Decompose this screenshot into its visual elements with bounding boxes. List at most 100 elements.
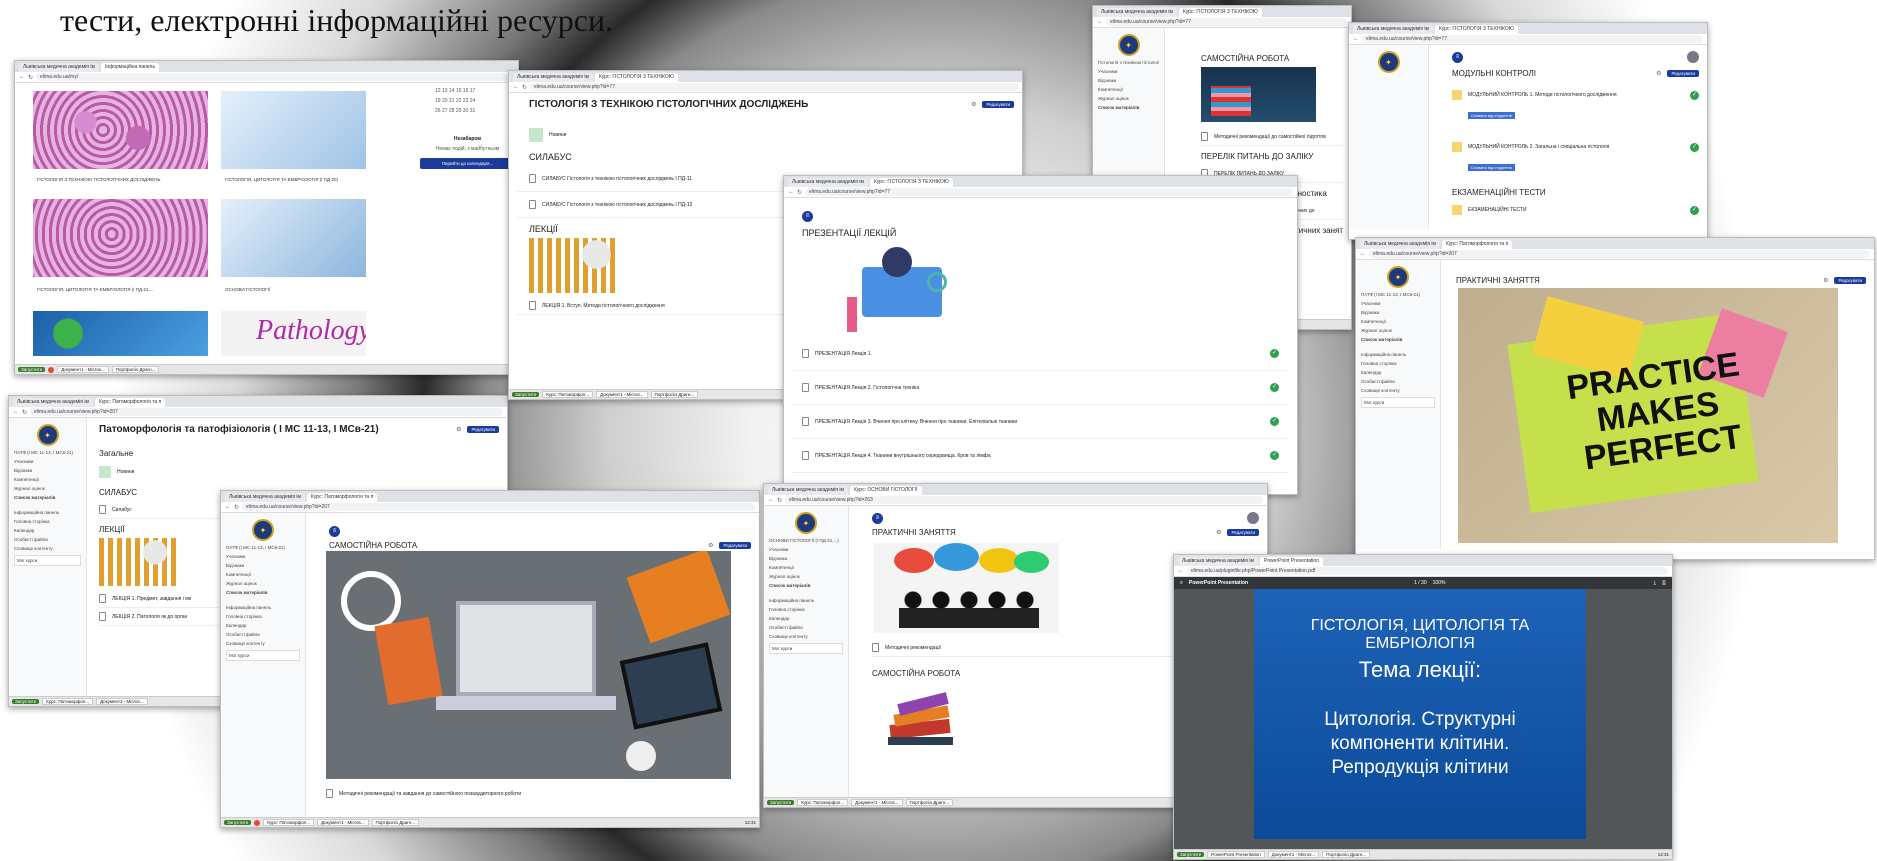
taskbar-document[interactable]: Документ1 - Micros... <box>57 366 109 373</box>
module-1-item[interactable]: МОДУЛЬНИЙ КОНТРОЛЬ 1. Методи гістологічн… <box>1452 86 1699 104</box>
page-indicator[interactable]: 1 / 30 <box>1414 580 1427 586</box>
download-icon[interactable]: ⤓ <box>1654 580 1656 586</box>
taskbar-document[interactable]: Документ1 - Micros... <box>96 698 148 705</box>
sidebar-item-home[interactable]: Головна сторінка <box>226 614 300 619</box>
exam-item[interactable]: ЕКЗАМЕНАЦІЙНІ ТЕСТИ ✓ <box>1452 201 1699 219</box>
sidebar-item-badges[interactable]: Відзнаки <box>1361 310 1435 315</box>
sidebar-item-badges[interactable]: Відзнаки <box>769 556 843 561</box>
syllabus-1-label[interactable]: СИЛАБУС Гістологія з технікою гістологіч… <box>542 176 692 182</box>
menu-icon[interactable]: ≡ <box>329 526 340 537</box>
sidebar-item-my-courses[interactable]: Мої курси <box>769 643 843 654</box>
start-button[interactable]: Запуститe <box>18 367 46 372</box>
avatar[interactable] <box>1247 512 1259 524</box>
module-1-label[interactable]: МОДУЛЬНИЙ КОНТРОЛЬ 1. Методи гістологічн… <box>1468 92 1617 98</box>
gear-icon[interactable]: ⚙ <box>456 426 461 433</box>
presentation-item-4[interactable]: ПРЕЗЕНТАЦІЯ Лекція 4. Тканини внутрішньо… <box>792 439 1289 473</box>
url-field[interactable]: elima.edu.ua/course/view.php?id=207 <box>1369 250 1870 258</box>
reload-icon[interactable]: ↻ <box>522 84 527 91</box>
sidebar-item-files[interactable]: Особисті файли <box>14 537 81 542</box>
calendar-button[interactable]: Перейти до календаря... <box>420 158 515 169</box>
sidebar-item-competencies[interactable]: Компетенції <box>1361 319 1435 324</box>
tab-course[interactable]: Курс: ГІСТОЛОГІЯ З ТЕХНІКОЮ <box>1178 8 1262 17</box>
chrome-icon[interactable] <box>254 819 261 826</box>
tab-course[interactable]: Курс: Патоморфологія та п <box>94 398 166 407</box>
gear-icon[interactable]: ⚙ <box>1823 277 1828 284</box>
self-study-item[interactable]: Методичні рекомендації до самостійної пі… <box>1201 128 1343 146</box>
presentation-1-label[interactable]: ПРЕЗЕНТАЦІЯ Лекція 1. <box>815 351 872 357</box>
tab-academy[interactable]: Львівська медична академія ім <box>1178 557 1258 566</box>
check-icon[interactable]: ✓ <box>1270 383 1279 392</box>
news-item[interactable]: Новини <box>99 462 499 482</box>
taskbar-document[interactable]: Документ1 - Micros... <box>1267 851 1320 858</box>
self-study-item[interactable]: Методичні рекомендації та завдання до са… <box>326 785 726 802</box>
taskbar-portfolio[interactable]: Портфоліо Драгн... <box>905 799 954 806</box>
sidebar-item-calendar[interactable]: Календар <box>1361 370 1435 375</box>
start-button[interactable]: Запуститe <box>1177 852 1205 857</box>
tab-course[interactable]: Курс: ГІСТОЛОГІЯ З ТЕХНІКОЮ <box>594 73 678 82</box>
tab-course[interactable]: Курс: Патоморфологія та п <box>306 493 378 502</box>
check-icon[interactable]: ✓ <box>1270 349 1279 358</box>
sidebar-item-competencies[interactable]: Компетенції <box>769 565 843 570</box>
sidebar-item-grades[interactable]: Журнал оцінок <box>769 574 843 579</box>
url-field[interactable]: elima.edu.ua/course/view.php?id=77 <box>805 188 1293 196</box>
back-icon[interactable]: ← <box>1178 568 1184 574</box>
sidebar-item-participants[interactable]: Учасники <box>226 554 300 559</box>
sidebar-item-materials[interactable]: Список матеріалів <box>769 583 843 588</box>
sidebar-item-calendar[interactable]: Календар <box>14 528 81 533</box>
taskbar-portfolio[interactable]: Портфоліо Драгн... <box>371 819 420 826</box>
lecture-1-label[interactable]: ЛЕКЦІЯ 1. Вступ. Методи гістологічного д… <box>542 303 665 309</box>
taskbar-course[interactable]: Курс: Патоморфол... <box>797 799 849 806</box>
taskbar-course[interactable]: Курс: Патоморфол... <box>542 391 594 398</box>
lecture-1-label[interactable]: ЛЕКЦІЯ 1. Предмет, завдання і ме <box>112 596 191 602</box>
tab-dashboard[interactable]: Інформаційна панель <box>100 63 160 72</box>
news-item[interactable]: Новини <box>529 124 1014 146</box>
sidebar-item-grades[interactable]: Журнал оцінок <box>1098 96 1159 101</box>
sidebar-item-my-courses[interactable]: Мої курси <box>226 650 300 661</box>
tab-academy[interactable]: Львівська медична академія ім <box>1353 25 1433 34</box>
tab-academy[interactable]: Львівська медична академія ім <box>1360 240 1440 249</box>
sidebar-item-competencies[interactable]: Компетенції <box>226 572 300 577</box>
edit-button[interactable]: Редагувати <box>1667 70 1699 77</box>
tab-academy[interactable]: Львівська медична академія ім <box>19 63 99 72</box>
back-icon[interactable]: ← <box>1360 251 1366 257</box>
sidebar-item-dashboard[interactable]: Інформаційна панель <box>14 510 81 515</box>
sidebar-item-files[interactable]: Особисті файли <box>769 625 843 630</box>
sidebar-item-badges[interactable]: Відзнаки <box>14 468 81 473</box>
sidebar-item-files[interactable]: Особисті файли <box>226 632 300 637</box>
back-icon[interactable]: ← <box>13 409 19 415</box>
sidebar-item-participants[interactable]: Учасники <box>14 459 81 464</box>
back-icon[interactable]: ← <box>768 497 774 503</box>
start-button[interactable]: Запуститe <box>512 392 540 397</box>
presentation-3-label[interactable]: ПРЕЗЕНТАЦІЯ Лекція 3. Вчення про клітину… <box>815 419 1017 425</box>
url-field[interactable]: elima.edu.ua/course/view.php?id=77 <box>1362 35 1703 43</box>
sidebar-item-my-courses[interactable]: Мої курси <box>14 555 81 566</box>
sidebar-item-home[interactable]: Головна сторінка <box>14 519 81 524</box>
gear-icon[interactable]: ⚙ <box>971 101 976 108</box>
taskbar-portfolio[interactable]: Портфоліо Драгн... <box>111 366 160 373</box>
back-icon[interactable]: ← <box>19 74 25 80</box>
presentation-item-3[interactable]: ПРЕЗЕНТАЦІЯ Лекція 3. Вчення про клітину… <box>792 405 1289 439</box>
self-study-label[interactable]: Методичні рекомендації та завдання до са… <box>339 791 521 797</box>
check-icon[interactable]: ✓ <box>1690 205 1699 215</box>
sidebar-item-competencies[interactable]: Компетенції <box>1098 87 1159 92</box>
url-field[interactable]: elima.edu.ua/course/view.php?id=77 <box>1106 18 1347 26</box>
taskbar-portfolio[interactable]: Портфоліо Драгн... <box>1322 851 1370 858</box>
tab-course[interactable]: Курс: ГІСТОЛОГІЯ З ТЕХНІКОЮ <box>1434 25 1518 34</box>
syllabus-label[interactable]: Силабус <box>112 507 132 513</box>
back-icon[interactable]: ← <box>513 84 519 90</box>
sidebar-item-home[interactable]: Головна сторінка <box>769 607 843 612</box>
card-title-3[interactable]: ГІСТОЛОГІЯ, ЦИТОЛОГІЯ ТА ЕМБРІОЛОГІЯ (І … <box>37 287 154 292</box>
presentation-item-2[interactable]: ПРЕЗЕНТАЦІЯ Лекція 2. Гістологічна техні… <box>792 371 1289 405</box>
avatar[interactable] <box>1687 51 1699 63</box>
tab-academy[interactable]: Львівська медична академія ім <box>1097 8 1177 17</box>
gear-icon[interactable]: ⚙ <box>708 542 713 549</box>
menu-icon[interactable]: ≡ <box>872 512 883 524</box>
syllabus-2-label[interactable]: СИЛАБУС Гістологія з технікою гістологіч… <box>542 202 692 208</box>
sidebar-course-name[interactable]: ПАТФ (І МС 11-13, І МСв-21) <box>226 545 300 550</box>
reload-icon[interactable]: ↻ <box>22 409 27 416</box>
url-field[interactable]: elima.edu.ua/pluginfile.php/PowerPoint P… <box>1187 567 1668 575</box>
start-button[interactable]: Запуститe <box>12 699 40 704</box>
taskbar-document[interactable]: Документ1 - Micros... <box>596 391 648 398</box>
taskbar-course[interactable]: Курс: Патоморфол... <box>42 698 94 705</box>
module-2-item[interactable]: МОДУЛЬНИЙ КОНТРОЛЬ 2. Загальна і спеціал… <box>1452 138 1699 156</box>
